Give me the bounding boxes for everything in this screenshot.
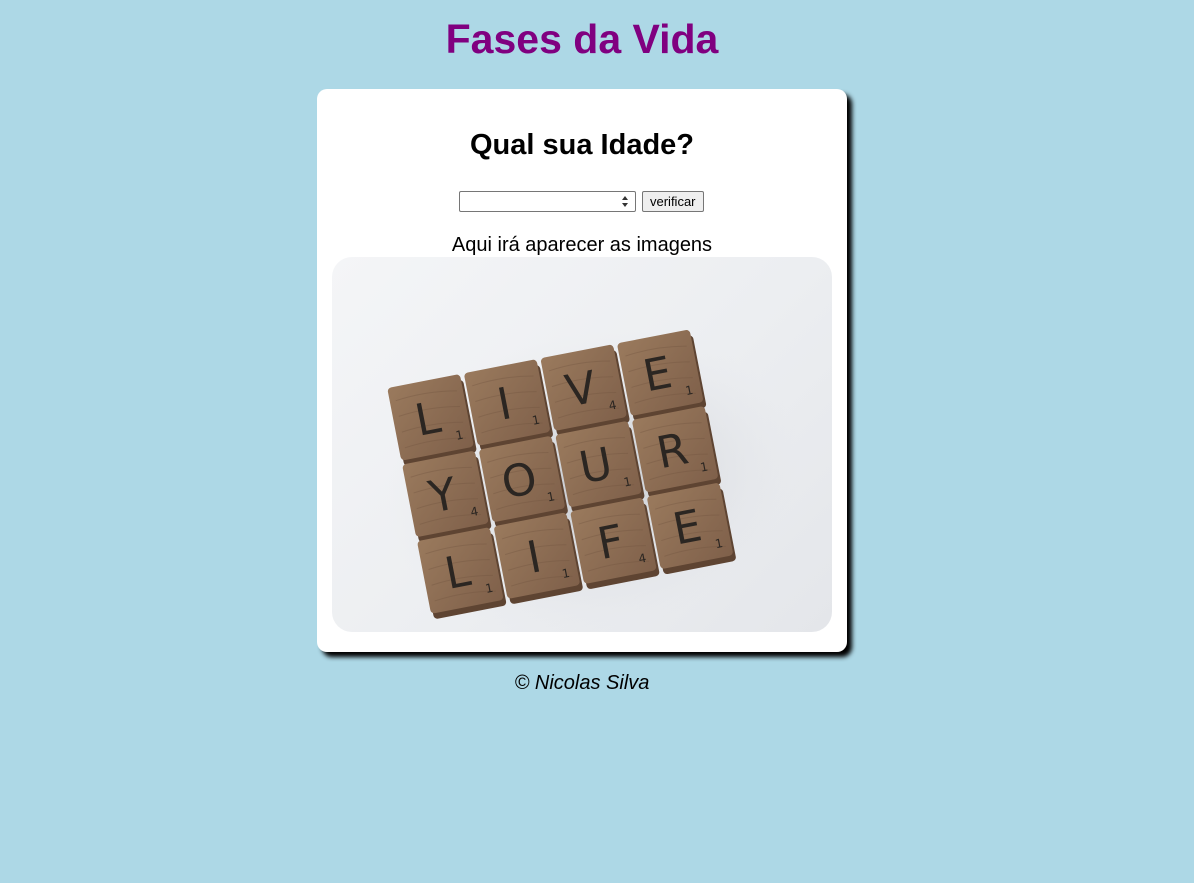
result-image: L1I1V4E1Y4O1U1R1L1I1F4E1: [332, 257, 832, 632]
footer-credit: © Nicolas Silva: [514, 672, 650, 694]
select-arrows-icon: [622, 195, 628, 207]
age-question-heading: Qual sua Idade?: [470, 129, 694, 161]
letter-tile: F4: [570, 498, 660, 589]
letter-tile: V4: [541, 344, 630, 436]
scrabble-tiles-image: L 1I 1V 4E 1Y 4O 1U 1R 1L 1I 1F 4E 1: [386, 328, 802, 632]
letter-tile: I1: [494, 512, 583, 604]
page-title: Fases da Vida: [445, 16, 719, 62]
age-card: Qual sua Idade? verificar Aqui irá apare…: [317, 89, 847, 652]
letter-tile: L1: [387, 374, 477, 466]
age-select[interactable]: [459, 190, 636, 212]
letter-tile: I1: [464, 359, 553, 451]
result-message: Aqui irá aparecer as imagens: [451, 234, 713, 256]
letter-tile: L1: [417, 527, 507, 619]
letter-tile: U1: [555, 421, 645, 513]
letter-tile: Y4: [402, 451, 492, 543]
letter-tile: E1: [647, 483, 736, 575]
verify-button[interactable]: verificar: [642, 190, 704, 212]
letter-tile: O1: [479, 436, 568, 528]
letter-tile: R1: [632, 406, 721, 498]
age-form: verificar: [459, 190, 704, 212]
letter-tile: E1: [617, 330, 707, 421]
